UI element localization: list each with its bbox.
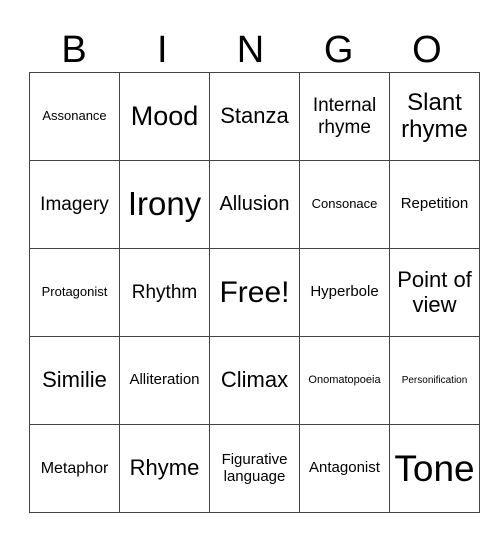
bingo-cell[interactable]: Antagonist [299,424,390,513]
bingo-cell[interactable]: Allusion [209,160,300,249]
header-letter: N [236,29,265,71]
bingo-cell[interactable]: Climax [209,336,300,425]
header-letter: I [157,29,168,71]
bingo-cell[interactable]: Consonace [299,160,390,249]
bingo-cell[interactable]: Alliteration [119,336,210,425]
bingo-cell[interactable]: Imagery [29,160,120,249]
bingo-cell[interactable]: Mood [119,72,210,161]
bingo-cell[interactable]: Figurative language [209,424,300,513]
bingo-cell[interactable]: Protagonist [29,248,120,337]
bingo-cell[interactable]: Stanza [209,72,300,161]
bingo-cell[interactable]: Hyperbole [299,248,390,337]
bingo-cell[interactable]: Assonance [29,72,120,161]
bingo-cell[interactable]: Personification [389,336,480,425]
header-letter: B [61,29,87,71]
bingo-cell[interactable]: Rhythm [119,248,210,337]
bingo-cell[interactable]: Slant rhyme [389,72,480,161]
bingo-grid: Assonance Mood Stanza Internal rhyme Sla… [29,72,480,513]
bingo-cell[interactable]: Rhyme [119,424,210,513]
bingo-cell[interactable]: Onomatopoeia [299,336,390,425]
bingo-cell[interactable]: Tone [389,424,480,513]
bingo-cell[interactable]: Point of view [389,248,480,337]
grid-row: Similie Alliteration Climax Onomatopoeia… [29,336,480,425]
grid-row: Assonance Mood Stanza Internal rhyme Sla… [29,72,480,161]
free-space[interactable]: Free! [209,248,300,337]
bingo-cell[interactable]: Irony [119,160,210,249]
bingo-cell[interactable]: Repetition [389,160,480,249]
bingo-cell[interactable]: Similie [29,336,120,425]
bingo-cell[interactable]: Metaphor [29,424,120,513]
header-letter: G [323,29,354,71]
header-letter: O [412,29,442,71]
grid-row: Metaphor Rhyme Figurative language Antag… [29,424,480,513]
grid-row: Imagery Irony Allusion Consonace Repetit… [29,160,480,249]
grid-row: Protagonist Rhythm Free! Hyperbole Point… [29,248,480,337]
bingo-cell[interactable]: Internal rhyme [299,72,390,161]
bingo-header: B I N G O [30,28,471,72]
